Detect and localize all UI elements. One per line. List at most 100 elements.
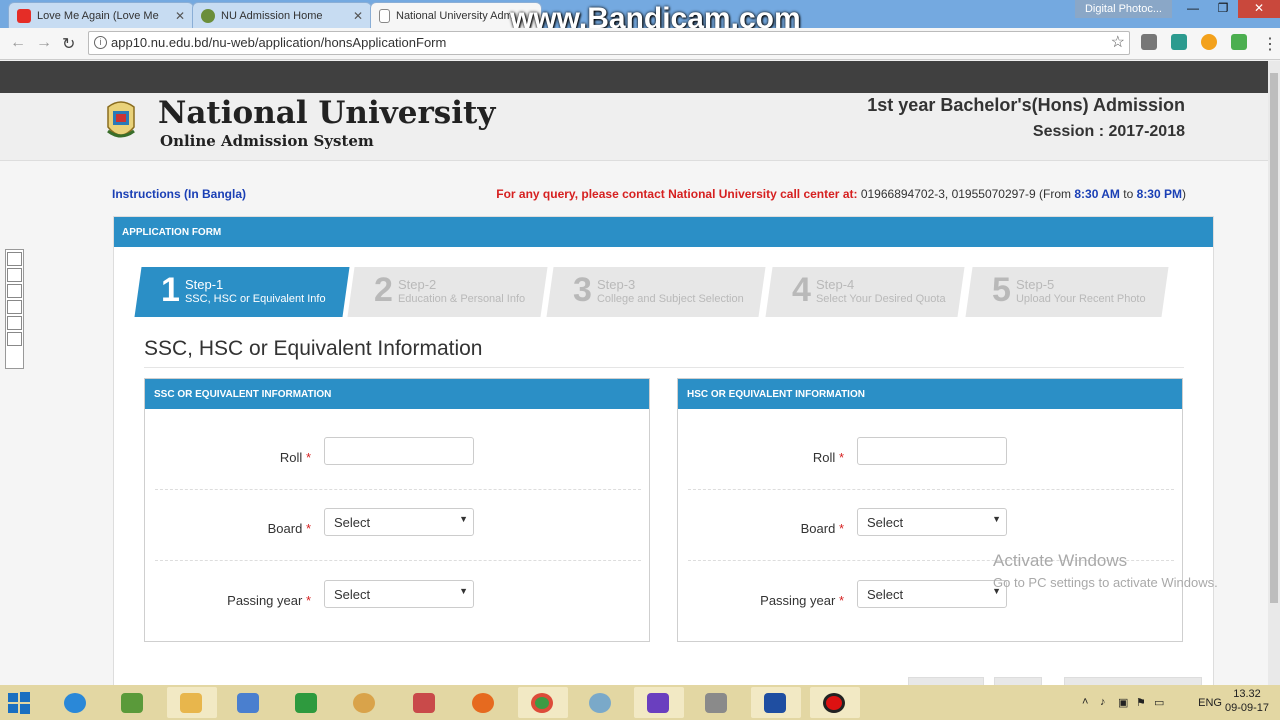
footer-button[interactable] xyxy=(1064,677,1202,685)
store-icon xyxy=(295,693,317,713)
clock[interactable]: 13.32 09-09-17 xyxy=(1224,688,1270,714)
taskbar-file-explorer[interactable] xyxy=(167,687,217,718)
clock-date: 09-09-17 xyxy=(1224,702,1270,714)
taskbar-internet-explorer[interactable] xyxy=(51,687,101,718)
visual-studio-icon xyxy=(647,693,669,713)
step-3[interactable]: 3 Step-3 College and Subject Selection xyxy=(546,267,766,317)
taskbar-app[interactable] xyxy=(108,687,158,718)
close-icon[interactable]: ✕ xyxy=(175,9,185,23)
step-4[interactable]: 4 Step-4 Select Your Desired Quota xyxy=(765,267,965,317)
chevron-up-icon[interactable]: ˄ xyxy=(1082,696,1088,708)
tool-icon[interactable] xyxy=(7,316,22,330)
footer-button[interactable] xyxy=(994,677,1042,685)
taskbar-word[interactable] xyxy=(751,687,801,718)
tool-icon[interactable] xyxy=(7,300,22,314)
activate-windows-watermark: Activate Windows Go to PC settings to ac… xyxy=(993,551,1218,590)
camera-extension-icon[interactable] xyxy=(1141,34,1157,50)
taskbar-app[interactable] xyxy=(400,687,450,718)
network-icon[interactable]: ▣ xyxy=(1118,696,1128,709)
windows-start-icon[interactable] xyxy=(8,692,30,714)
activate-line2: Go to PC settings to activate Windows. xyxy=(993,575,1218,590)
youtube-icon xyxy=(17,8,31,23)
close-window-button[interactable]: ✕ xyxy=(1238,0,1280,18)
record-icon xyxy=(823,693,845,713)
step-2[interactable]: 2 Step-2 Education & Personal Info xyxy=(347,267,548,317)
taskbar-store[interactable] xyxy=(282,687,332,718)
volume-icon[interactable]: ♪ xyxy=(1100,696,1106,708)
hsc-passing-year-select[interactable]: Select ▼ xyxy=(857,580,1007,608)
close-icon[interactable]: ✕ xyxy=(353,9,363,23)
ssc-board-select[interactable]: Select ▼ xyxy=(324,508,474,536)
taskbar-paint[interactable] xyxy=(340,687,390,718)
extension-icon[interactable] xyxy=(1201,34,1217,50)
taskbar-chrome[interactable] xyxy=(518,687,568,718)
step-number: 4 xyxy=(791,271,811,309)
from-time: 8:30 AM xyxy=(1074,187,1120,201)
back-arrow-icon[interactable]: ← xyxy=(10,34,26,52)
reload-icon[interactable]: ↻ xyxy=(62,34,75,54)
activate-line1: Activate Windows xyxy=(993,551,1128,570)
step-description: Education & Personal Info xyxy=(397,293,526,305)
step-number: 3 xyxy=(572,271,592,309)
app-icon xyxy=(413,693,435,713)
passing-year-label: Passing year * xyxy=(760,593,844,608)
menu-icon[interactable]: ⋮ xyxy=(1262,34,1278,54)
taskbar-app[interactable] xyxy=(576,687,626,718)
hsc-box-title: HSC OR EQUIVALENT INFORMATION xyxy=(678,379,1182,409)
restore-button[interactable]: ❐ xyxy=(1208,0,1238,18)
tab-label: Love Me Again (Love Me xyxy=(37,9,159,22)
step-5[interactable]: 5 Step-5 Upload Your Recent Photo xyxy=(965,267,1169,317)
extension-icon[interactable] xyxy=(1231,34,1247,50)
step-number: 1 xyxy=(160,271,180,309)
step-title: Step-4 xyxy=(815,277,855,292)
address-bar[interactable]: i app10.nu.edu.bd/nu-web/application/hon… xyxy=(88,31,1130,55)
floating-toolbar[interactable] xyxy=(5,249,24,369)
hsc-board-row: Board * Select ▼ xyxy=(678,508,1182,548)
folder-icon xyxy=(180,693,202,713)
hsc-board-select[interactable]: Select ▼ xyxy=(857,508,1007,536)
page-icon xyxy=(379,8,390,23)
passing-year-label: Passing year * xyxy=(227,593,311,608)
forward-arrow-icon[interactable]: → xyxy=(36,34,52,52)
ssc-passing-year-select[interactable]: Select ▼ xyxy=(324,580,474,608)
vertical-scrollbar[interactable] xyxy=(1268,61,1280,685)
tab-youtube[interactable]: Love Me Again (Love Me ✕ xyxy=(8,2,194,28)
bookmark-star-icon[interactable]: ☆ xyxy=(1111,32,1125,54)
caret-down-icon: ▼ xyxy=(992,514,1001,524)
language-indicator[interactable]: ENG xyxy=(1198,697,1222,709)
step-description: Upload Your Recent Photo xyxy=(1015,293,1146,305)
taskbar-bandicam[interactable] xyxy=(810,687,860,718)
footer-button[interactable] xyxy=(908,677,984,685)
taskbar-firefox[interactable] xyxy=(459,687,509,718)
step-title: Step-5 xyxy=(1015,277,1055,292)
window-controls: Digital Photoc... — ❐ ✕ xyxy=(1074,0,1280,20)
to-label: to xyxy=(1123,187,1134,201)
scrollbar-thumb[interactable] xyxy=(1270,73,1278,603)
minimize-button[interactable]: — xyxy=(1178,0,1208,18)
app-icon xyxy=(237,693,259,713)
tab-nu-admission-home[interactable]: NU Admission Home ✕ xyxy=(192,2,372,28)
monitor-icon[interactable]: ▭ xyxy=(1154,696,1164,709)
section-title: SSC, HSC or Equivalent Information xyxy=(144,337,483,360)
notepad-icon xyxy=(121,693,143,713)
action-center-icon[interactable]: ⚑ xyxy=(1136,696,1146,709)
taskbar-app[interactable] xyxy=(224,687,274,718)
admission-title: 1st year Bachelor's(Hons) Admission xyxy=(867,95,1185,115)
browser-toolbar: ← → ↻ i app10.nu.edu.bd/nu-web/applicati… xyxy=(0,28,1280,60)
firefox-icon xyxy=(472,693,494,713)
word-icon xyxy=(764,693,786,713)
hsc-roll-input[interactable] xyxy=(857,437,1007,465)
taskbar-calculator[interactable] xyxy=(692,687,742,718)
ssc-roll-input[interactable] xyxy=(324,437,474,465)
taskbar-visual-studio[interactable] xyxy=(634,687,684,718)
tool-icon[interactable] xyxy=(7,268,22,282)
tool-icon[interactable] xyxy=(7,252,22,266)
instructions-link[interactable]: Instructions (In Bangla) xyxy=(112,187,246,201)
info-icon[interactable]: i xyxy=(94,36,107,49)
tool-icon[interactable] xyxy=(7,332,22,346)
step-1[interactable]: 1 Step-1 SSC, HSC or Equivalent Info xyxy=(134,267,350,317)
paint-icon xyxy=(353,693,375,713)
ssc-board-row: Board * Select ▼ xyxy=(145,508,649,548)
tool-icon[interactable] xyxy=(7,284,22,298)
extension-icon[interactable] xyxy=(1171,34,1187,50)
